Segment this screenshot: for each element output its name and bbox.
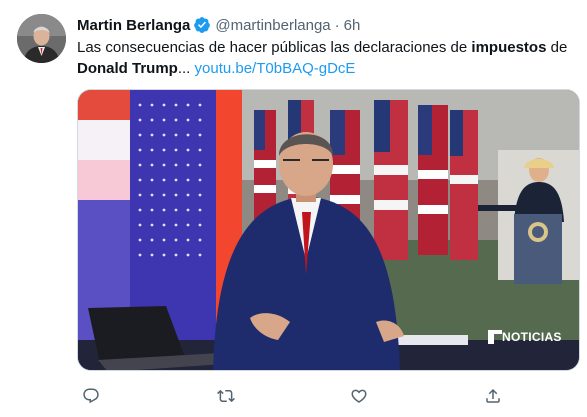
tweet-text-part: de: [546, 39, 568, 56]
tweet-text-ellipsis: ...: [177, 60, 195, 77]
reply-icon: [83, 388, 99, 404]
reply-button[interactable]: [79, 384, 103, 408]
tweet-card[interactable]: Martin Berlanga @martinberlanga · 6h Las…: [0, 0, 587, 417]
tweet-text-bold-taxes: impuestos: [471, 39, 547, 56]
separator-dot: ·: [334, 16, 340, 34]
retweet-icon: [217, 389, 235, 403]
author-handle[interactable]: @martinberlanga: [215, 17, 330, 34]
verified-badge-icon: [193, 16, 211, 34]
tweet-actions: [77, 384, 517, 408]
like-button[interactable]: [347, 384, 371, 408]
video-watermark: NOTICIAS: [502, 330, 562, 344]
timestamp[interactable]: 6h: [344, 17, 361, 34]
avatar[interactable]: [17, 14, 66, 63]
share-button[interactable]: [481, 384, 505, 408]
tweet-header: Martin Berlanga @martinberlanga · 6h: [77, 15, 360, 35]
tweet-text-part: Las consecuencias de hacer públicas las …: [77, 39, 472, 56]
tweet-text-bold-name: Donald Trump: [77, 60, 178, 77]
video-thumbnail[interactable]: NOTICIAS: [77, 89, 580, 371]
author-name[interactable]: Martin Berlanga: [77, 17, 190, 34]
share-icon: [486, 388, 500, 403]
retweet-button[interactable]: [214, 384, 238, 408]
tweet-link[interactable]: youtu.be/T0bBAQ-gDcE: [195, 60, 356, 77]
tweet-text: Las consecuencias de hacer públicas las …: [77, 37, 577, 79]
like-icon: [351, 389, 367, 403]
